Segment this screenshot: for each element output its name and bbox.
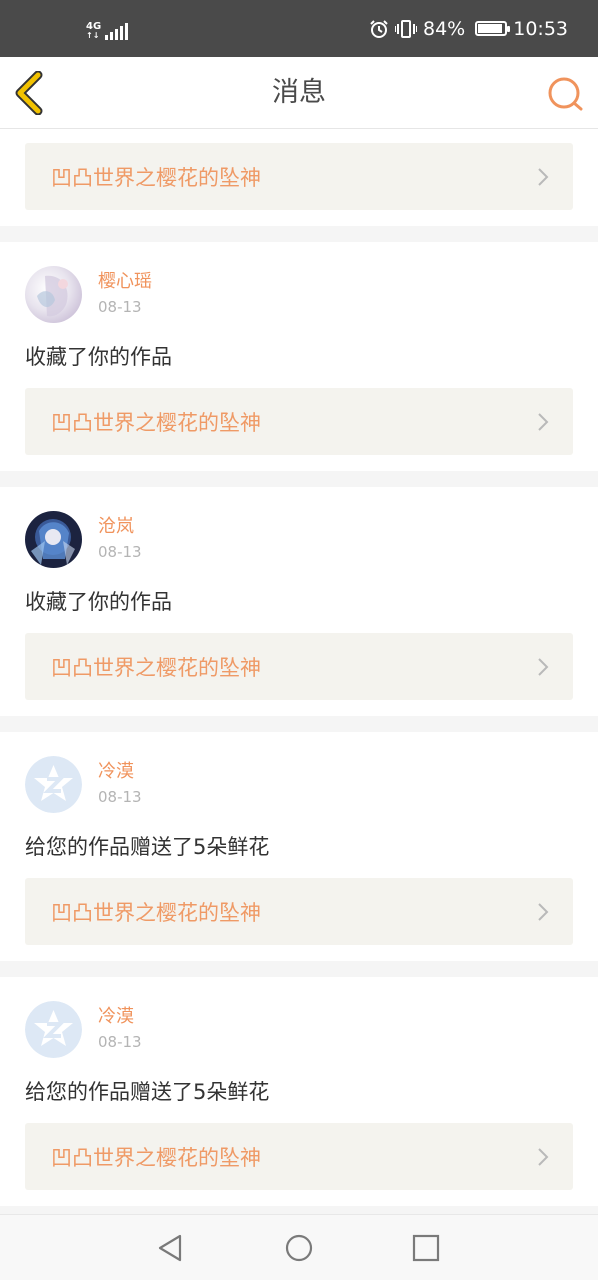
work-link[interactable]: 凹凸世界之樱花的坠神 [25,633,573,700]
nav-back-button[interactable] [154,1231,188,1265]
work-title: 凹凸世界之樱花的坠神 [51,900,261,925]
chevron-right-icon [538,1147,549,1166]
vibrate-icon [395,19,417,38]
nav-home-button[interactable] [282,1231,316,1265]
default-avatar-icon[interactable] [25,755,82,813]
alarm-icon [370,19,388,38]
work-title: 凹凸世界之樱花的坠神 [51,410,261,435]
work-title: 凹凸世界之樱花的坠神 [51,655,261,680]
username[interactable]: 冷漠 [98,760,142,784]
page-title: 消息 [272,77,326,108]
chevron-right-icon [538,167,549,186]
avatar[interactable] [25,510,82,568]
username[interactable]: 沧岚 [98,515,142,539]
work-link[interactable]: 凹凸世界之樱花的坠神 [25,878,573,945]
work-link[interactable]: 凹凸世界之樱花的坠神 [25,388,573,455]
work-link[interactable]: 凹凸世界之樱花的坠神 [25,1123,573,1190]
chevron-right-icon [538,412,549,431]
username[interactable]: 冷漠 [98,1005,142,1029]
battery-icon [475,21,511,36]
default-avatar-icon[interactable] [25,1000,82,1058]
message-date: 08-13 [98,298,142,316]
clock: 10:53 [513,17,568,40]
nav-recents-button[interactable] [409,1231,443,1265]
avatar[interactable] [25,265,82,323]
signal-icon: 4G ↑↓ [86,22,129,40]
message-date: 08-13 [98,788,142,806]
message-card: 凹凸世界之樱花的坠神 [0,129,598,226]
message-list: 凹凸世界之樱花的坠神 樱心瑶 08-13 收藏了你的作品 凹凸世界之樱花的坠神 … [0,129,598,1222]
battery-percent: 84% [423,17,466,40]
chevron-right-icon [538,657,549,676]
chevron-right-icon [538,902,549,921]
action-text: 收藏了你的作品 [25,590,172,614]
home-circle-icon [285,1234,313,1262]
work-title: 凹凸世界之樱花的坠神 [51,165,261,190]
action-text: 给您的作品赠送了5朵鲜花 [25,1080,270,1104]
message-date: 08-13 [98,1033,142,1051]
search-icon [548,77,583,111]
system-nav-bar [0,1214,598,1280]
message-card: 冷漠 08-13 给您的作品赠送了5朵鲜花 凹凸世界之樱花的坠神 [0,977,598,1206]
username[interactable]: 樱心瑶 [98,270,152,294]
work-link[interactable]: 凹凸世界之樱花的坠神 [25,143,573,210]
status-bar: 4G ↑↓ 84% 10:53 [0,0,598,57]
action-text: 收藏了你的作品 [25,345,172,369]
message-card: 樱心瑶 08-13 收藏了你的作品 凹凸世界之樱花的坠神 [0,242,598,471]
message-card: 冷漠 08-13 给您的作品赠送了5朵鲜花 凹凸世界之樱花的坠神 [0,732,598,961]
recents-square-icon [412,1234,440,1262]
work-title: 凹凸世界之樱花的坠神 [51,1145,261,1170]
message-date: 08-13 [98,543,142,561]
back-triangle-icon [158,1234,182,1262]
action-text: 给您的作品赠送了5朵鲜花 [25,835,270,859]
message-card: 沧岚 08-13 收藏了你的作品 凹凸世界之樱花的坠神 [0,487,598,716]
search-button[interactable] [546,75,584,113]
nav-bar: 消息 [0,57,598,129]
